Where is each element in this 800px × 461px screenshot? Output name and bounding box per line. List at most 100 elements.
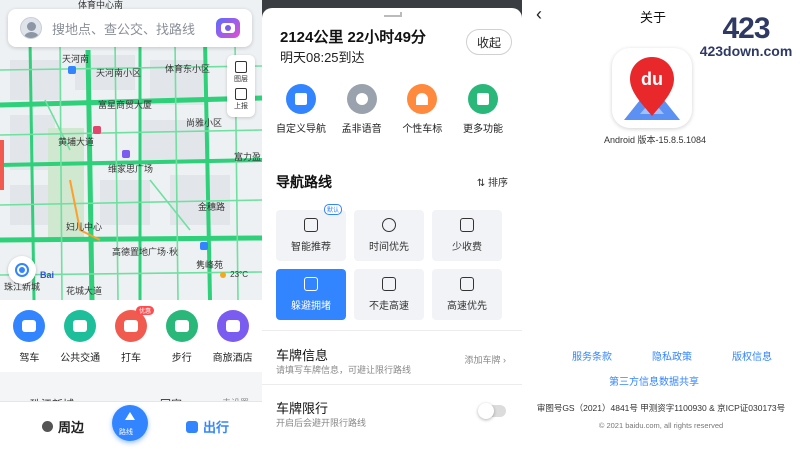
walk-icon <box>165 310 198 342</box>
search-bar[interactable]: 搜地点、查公交、找路线 <box>8 9 252 47</box>
divider <box>262 384 522 385</box>
map-label: 富力盈 <box>234 151 261 162</box>
feature-label: 更多功能 <box>462 124 503 135</box>
nearby-label: 周边 <box>58 420 85 435</box>
layers-icon <box>235 61 247 73</box>
layers-label: 图层 <box>234 76 248 83</box>
trip-tab[interactable]: 出行 <box>186 417 229 436</box>
watermark-domain: 423down.com <box>699 43 793 59</box>
voice-pack-button[interactable]: 孟非语音 <box>333 84 391 135</box>
map-label: 天河南小区 <box>96 67 141 78</box>
map-label: 维家思广场 <box>108 163 153 174</box>
route-option-label: 时间优先 <box>369 242 409 253</box>
route-sheet: 2124公里 22小时49分 明天08:25到达 收起 自定义导航 孟非语音 个… <box>262 8 522 461</box>
bottom-nav: 周边 路线 出行 <box>0 401 262 461</box>
baidu-map-logo: Bai <box>40 270 55 280</box>
drive-button[interactable]: 驾车 <box>4 310 54 372</box>
quick-action-label: 步行 <box>171 353 192 364</box>
bus-icon <box>64 310 97 342</box>
car-icon <box>13 310 46 342</box>
route-option-highway[interactable]: 高速优先 <box>432 269 502 320</box>
feature-label: 个性车标 <box>402 124 443 135</box>
car-icon-style-button[interactable]: 个性车标 <box>393 84 451 135</box>
plate-info-title: 车牌信息 <box>276 348 329 363</box>
nav-screen: 2124公里 22小时49分 明天08:25到达 收起 自定义导航 孟非语音 个… <box>262 0 522 461</box>
feature-label: 孟非语音 <box>341 124 382 135</box>
toll-icon <box>460 218 474 232</box>
route-option-label: 智能推荐 <box>291 242 331 253</box>
map-label: 隽峰苑 <box>196 259 223 270</box>
plate-limit-title: 车牌限行 <box>276 401 329 416</box>
default-badge: 默认 <box>323 204 342 215</box>
trip-label: 出行 <box>203 420 230 435</box>
compass-icon <box>42 421 53 432</box>
map-label: 妇儿中心 <box>66 221 102 232</box>
map-side-tools: 图层 上报 <box>227 55 255 117</box>
sort-label: 排序 <box>488 178 508 189</box>
trip-icon <box>186 420 198 433</box>
add-plate-label: 添加车牌 <box>464 355 501 365</box>
quick-actions: 驾车 公共交通 优惠 打车 步行 商旅酒店 <box>0 300 262 372</box>
sort-button[interactable]: ⇅ 排序 <box>477 174 508 189</box>
privacy-link[interactable]: 隐私政策 <box>652 348 692 363</box>
walk-button[interactable]: 步行 <box>157 310 207 372</box>
map-label: 富星商贸大厦 <box>98 99 152 110</box>
svg-text:du: du <box>641 69 663 89</box>
more-features-button[interactable]: 更多功能 <box>454 84 512 135</box>
traffic-icon <box>304 277 318 291</box>
route-option-label: 少收费 <box>452 242 482 253</box>
route-option-no-highway[interactable]: 不走高速 <box>354 269 424 320</box>
plate-limit-desc: 开启后会避开限行路线 <box>276 418 367 428</box>
route-option-time[interactable]: 时间优先 <box>354 210 424 261</box>
custom-nav-button[interactable]: 自定义导航 <box>272 84 330 135</box>
map-label: 尚雅小区 <box>186 117 222 128</box>
quick-action-label: 商旅酒店 <box>212 353 253 364</box>
report-button[interactable]: 上报 <box>234 88 248 111</box>
weather-widget[interactable]: 23°C <box>220 270 248 279</box>
quick-action-label: 打车 <box>120 353 141 364</box>
plate-limit-toggle[interactable] <box>478 403 506 419</box>
weather-temp: 23°C <box>230 270 248 279</box>
route-options: 默认 智能推荐 时间优先 少收费 躲避拥堵 不走高速 高速优先 <box>276 204 502 320</box>
quick-action-label: 驾车 <box>19 353 40 364</box>
map-label: 高德置地广场·秋 <box>112 246 178 257</box>
no-highway-icon <box>382 277 396 291</box>
map-label: 黄埔大道 <box>58 136 94 147</box>
voice-avatar <box>346 84 377 114</box>
app-logo: du <box>612 48 692 128</box>
back-icon[interactable]: ‹ <box>536 4 542 25</box>
data-sharing-link[interactable]: 第三方信息数据共享 <box>609 373 699 388</box>
watermark-number: 423 <box>722 12 770 45</box>
user-avatar[interactable] <box>20 17 42 39</box>
map-label: 体育东小区 <box>165 63 210 74</box>
smart-icon <box>304 218 318 232</box>
search-input[interactable]: 搜地点、查公交、找路线 <box>52 19 216 38</box>
transit-button[interactable]: 公共交通 <box>55 310 105 372</box>
locate-icon[interactable] <box>8 256 36 284</box>
add-plate-link[interactable]: 添加车牌 › <box>464 353 506 366</box>
terms-link[interactable]: 服务条款 <box>572 348 612 363</box>
hotel-button[interactable]: 商旅酒店 <box>208 310 258 372</box>
sheet-handle-icon[interactable] <box>380 12 404 18</box>
route-option-toll[interactable]: 少收费 <box>432 210 502 261</box>
report-icon <box>235 88 247 100</box>
route-option-label: 高速优先 <box>447 301 487 312</box>
taxi-button[interactable]: 优惠 打车 <box>106 306 156 372</box>
layers-button[interactable]: 图层 <box>234 61 248 84</box>
divider <box>262 330 522 331</box>
legal-links: 服务条款 隐私政策 版权信息 <box>572 348 772 363</box>
map-screen: 体育中心南 天河南 天河南小区 体育东小区 富星商贸大厦 尚雅小区 富力盈 黄埔… <box>0 0 262 461</box>
routes-title: 导航路线 <box>276 174 332 190</box>
nearby-tab[interactable]: 周边 <box>42 417 84 436</box>
watermark: 423 423down.com <box>696 12 796 59</box>
quick-action-label: 公共交通 <box>60 353 101 364</box>
route-option-smart[interactable]: 默认 智能推荐 <box>276 204 346 261</box>
route-option-avoid-jam[interactable]: 躲避拥堵 <box>276 269 346 320</box>
license-text: 审图号GS（2021）4841号 甲测资字1100930 & 京ICP证0301… <box>536 403 786 413</box>
collapse-button[interactable]: 收起 <box>466 29 512 55</box>
copyright-link[interactable]: 版权信息 <box>732 348 772 363</box>
puzzle-icon <box>286 84 316 114</box>
voice-assistant-icon[interactable] <box>216 18 240 38</box>
route-summary: 2124公里 22小时49分 <box>280 29 426 46</box>
sun-icon <box>220 271 227 278</box>
